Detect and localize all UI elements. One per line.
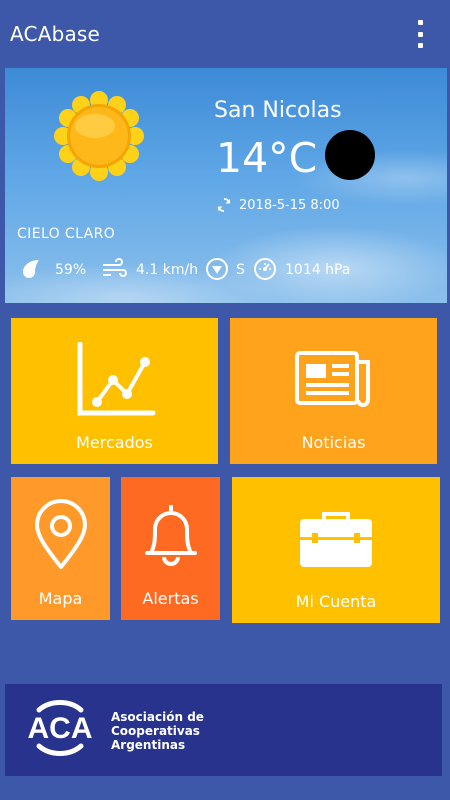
- newspaper-icon: [295, 351, 370, 407]
- wind-icon: [103, 258, 127, 277]
- footer-banner: ACA Asociación de Cooperativas Argentina…: [5, 684, 442, 776]
- tile-mapa[interactable]: Mapa: [11, 477, 110, 620]
- city-name: San Nicolas: [214, 98, 342, 123]
- drop-icon: [23, 260, 39, 278]
- tile-label-alertas: Alertas: [142, 589, 199, 608]
- sun-icon: [54, 91, 144, 181]
- wind-direction: S: [236, 262, 245, 278]
- gauge-icon: [254, 258, 276, 280]
- temperature: 14°C: [216, 134, 318, 182]
- tile-label-mapa: Mapa: [38, 589, 83, 608]
- chart-icon: [77, 342, 156, 416]
- updated-time: 2018-5-15 8:00: [239, 197, 340, 213]
- tile-noticias[interactable]: Noticias: [230, 318, 437, 464]
- bell-icon: [145, 505, 197, 566]
- wind-speed: 4.1 km/h: [136, 262, 199, 278]
- briefcase-icon: [300, 512, 372, 567]
- tile-mercados[interactable]: Mercados: [11, 318, 218, 464]
- aca-logo: ACA: [28, 700, 93, 756]
- weather-stats: 59% 4.1 km/h S 1014 hPa: [17, 256, 437, 284]
- pressure-value: 1014 hPa: [285, 262, 351, 278]
- svg-text:ACA: ACA: [28, 712, 93, 745]
- map-pin-icon: [35, 499, 87, 569]
- app-bar: ACAbase: [0, 0, 450, 68]
- compass-icon: [206, 258, 228, 280]
- last-updated: 2018-5-15 8:00: [215, 196, 340, 214]
- tile-label-mi-cuenta: Mi Cuenta: [295, 592, 377, 611]
- tile-mi-cuenta[interactable]: Mi Cuenta: [232, 477, 440, 623]
- refresh-icon[interactable]: [215, 196, 233, 214]
- app-title: ACAbase: [10, 22, 101, 46]
- humidity-value: 59%: [55, 262, 87, 278]
- tile-alertas[interactable]: Alertas: [121, 477, 220, 620]
- more-vert-icon[interactable]: [408, 18, 432, 50]
- tile-label-noticias: Noticias: [301, 433, 366, 452]
- moon-icon: [325, 130, 375, 180]
- organization-name: Asociación de Cooperativas Argentinas: [111, 710, 204, 752]
- weather-condition: CIELO CLARO: [17, 226, 116, 242]
- tile-label-mercados: Mercados: [76, 433, 153, 452]
- weather-card[interactable]: San Nicolas 14°C 2018-5-15 8:00 CIELO CL…: [5, 68, 447, 303]
